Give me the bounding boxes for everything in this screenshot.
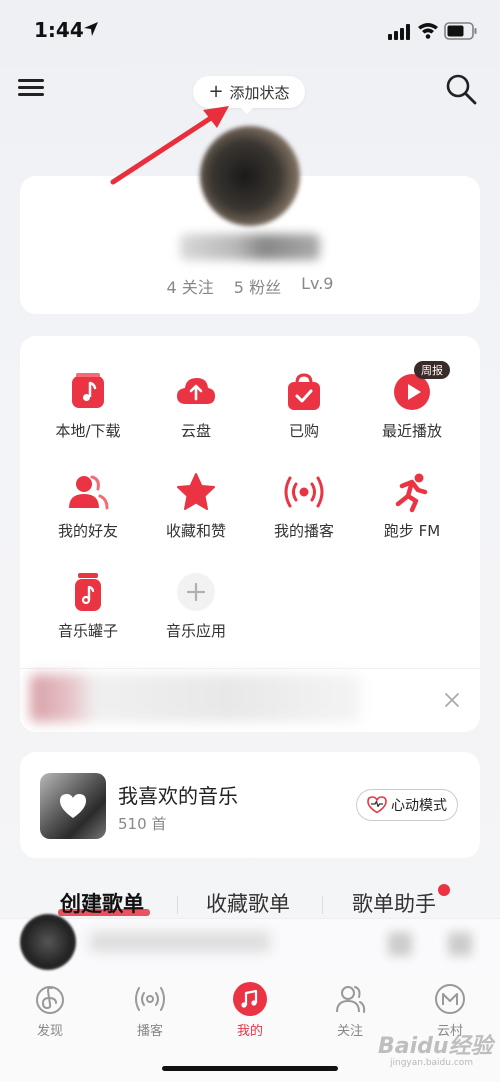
promo-banner-blurred[interactable] bbox=[30, 674, 360, 722]
play-pause-button[interactable] bbox=[388, 932, 412, 956]
mini-player-cover[interactable] bbox=[20, 914, 76, 970]
grid-item-label: 已购 bbox=[288, 422, 319, 440]
grid-item-label: 本地/下载 bbox=[55, 422, 121, 440]
nav-label: 我的 bbox=[236, 1024, 263, 1039]
grid-item-label: 我的播客 bbox=[273, 522, 334, 540]
wifi-icon bbox=[418, 23, 438, 39]
music-jar-icon bbox=[75, 573, 101, 611]
grid-item-label: 收藏和赞 bbox=[165, 522, 226, 540]
plus-icon: + bbox=[208, 81, 224, 102]
netease-logo-icon bbox=[36, 986, 64, 1014]
tab-divider bbox=[322, 896, 323, 914]
status-bar: 1:44 bbox=[0, 0, 500, 60]
profile-stats: 4 关注 5 粉丝 Lv.9 bbox=[20, 274, 480, 298]
nav-label: 发现 bbox=[36, 1024, 63, 1039]
grid-item-music-apps[interactable]: 音乐应用 bbox=[142, 570, 250, 650]
menu-line bbox=[18, 93, 44, 96]
liked-music-count: 510 首 bbox=[118, 815, 167, 833]
tab-divider bbox=[177, 896, 178, 914]
following-count[interactable]: 4 关注 bbox=[167, 274, 214, 298]
nav-follow[interactable]: 关注 bbox=[315, 982, 385, 1039]
status-time: 1:44 bbox=[34, 18, 84, 42]
heart-pulse-icon bbox=[367, 796, 387, 814]
podcast-icon bbox=[135, 987, 165, 1011]
grid-item-label: 音乐应用 bbox=[165, 622, 226, 640]
friends-icon bbox=[69, 475, 109, 510]
tab-created-playlists[interactable]: 创建歌单 bbox=[60, 888, 144, 918]
village-icon bbox=[435, 984, 465, 1014]
liked-music-title: 我喜欢的音乐 bbox=[118, 784, 238, 808]
music-note-icon bbox=[72, 373, 104, 408]
music-icon bbox=[233, 982, 267, 1016]
grid-item-label: 我的好友 bbox=[57, 522, 118, 540]
people-icon bbox=[336, 986, 366, 1013]
grid-item-running-fm[interactable]: 跑步 FM bbox=[358, 470, 466, 550]
heart-mode-label: 心动模式 bbox=[391, 798, 447, 814]
grid-item-label: 云盘 bbox=[180, 422, 211, 440]
grid-item-label: 跑步 FM bbox=[383, 522, 441, 540]
followers-count[interactable]: 5 粉丝 bbox=[234, 274, 281, 298]
search-icon[interactable] bbox=[444, 72, 478, 106]
grid-item-label: 音乐罐子 bbox=[57, 622, 118, 640]
grid-item-music-jar[interactable]: 音乐罐子 bbox=[34, 570, 142, 650]
grid-item-friends[interactable]: 我的好友 bbox=[34, 470, 142, 550]
location-arrow-icon bbox=[84, 22, 98, 36]
heart-mode-button[interactable]: 心动模式 bbox=[356, 789, 458, 821]
close-icon[interactable] bbox=[442, 690, 462, 710]
star-icon bbox=[177, 473, 215, 510]
add-status-label: 添加状态 bbox=[229, 83, 290, 102]
nav-label: 关注 bbox=[336, 1024, 363, 1039]
nav-podcast[interactable]: 播客 bbox=[115, 982, 185, 1039]
annotation-arrow bbox=[110, 106, 229, 185]
mini-player-song-blurred[interactable] bbox=[90, 932, 270, 952]
running-icon bbox=[395, 473, 428, 513]
tab-collected-playlists[interactable]: 收藏歌单 bbox=[206, 888, 290, 918]
nickname-blurred[interactable] bbox=[180, 234, 320, 260]
divider bbox=[20, 668, 480, 669]
grid-item-local[interactable]: 本地/下载 bbox=[34, 370, 142, 450]
grid-item-label: 最近播放 bbox=[381, 422, 442, 440]
liked-music-cover[interactable] bbox=[40, 773, 106, 839]
level-badge[interactable]: Lv.9 bbox=[301, 274, 333, 298]
grid-item-cloud[interactable]: 云盘 bbox=[142, 370, 250, 450]
home-indicator bbox=[162, 1066, 338, 1071]
watermark: Baidu经验 bbox=[378, 1034, 493, 1059]
notification-dot bbox=[438, 884, 450, 896]
cloud-upload-icon bbox=[177, 378, 215, 404]
menu-button[interactable] bbox=[18, 75, 48, 103]
grid-item-podcast[interactable]: 我的播客 bbox=[250, 470, 358, 550]
grid-item-favorites[interactable]: 收藏和赞 bbox=[142, 470, 250, 550]
heart-icon bbox=[60, 794, 86, 818]
signal-icon bbox=[388, 24, 410, 40]
grid-item-purchased[interactable]: 已购 bbox=[250, 370, 358, 450]
nav-mine[interactable]: 我的 bbox=[215, 982, 285, 1039]
playlist-button[interactable] bbox=[448, 932, 472, 956]
grid-item-recent[interactable]: 最近播放 bbox=[358, 370, 466, 450]
plus-circle-icon bbox=[177, 573, 215, 611]
nav-label: 播客 bbox=[136, 1024, 163, 1039]
menu-line bbox=[18, 79, 44, 82]
tab-playlist-helper[interactable]: 歌单助手 bbox=[352, 888, 436, 918]
weekly-report-badge: 周报 bbox=[414, 361, 450, 379]
menu-line bbox=[18, 86, 44, 89]
nav-discover[interactable]: 发现 bbox=[15, 982, 85, 1039]
battery-icon bbox=[444, 22, 477, 40]
watermark-url: jingyan.baidu.com bbox=[390, 1058, 474, 1068]
podcast-icon bbox=[284, 476, 324, 508]
bag-check-icon bbox=[288, 373, 320, 410]
